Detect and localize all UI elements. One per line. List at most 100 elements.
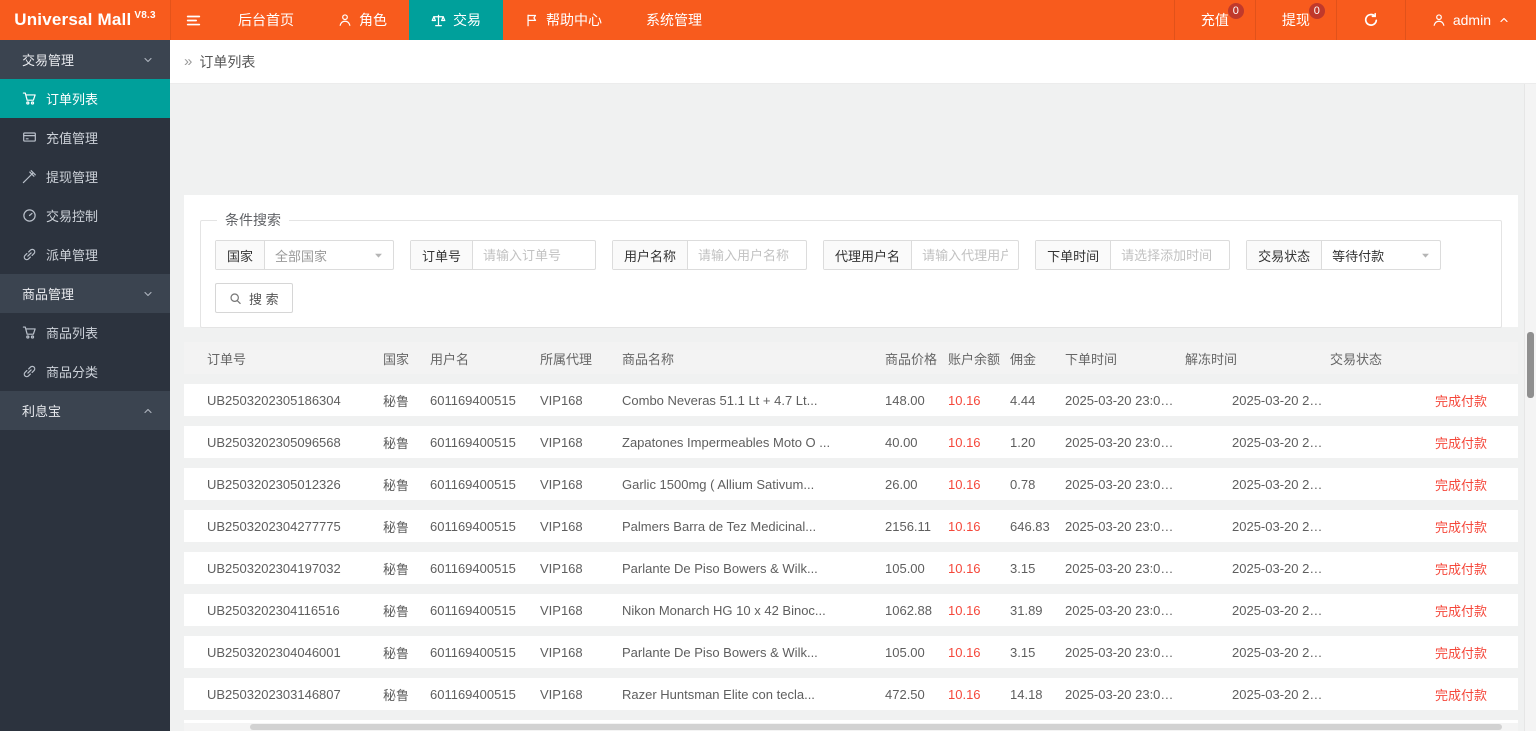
cell-unfreeze-time: 2025-03-20 23:04:23	[1232, 602, 1330, 618]
cell-country: 秘鲁	[383, 393, 410, 409]
gauge-icon	[22, 208, 37, 223]
cell-country: 秘鲁	[383, 645, 410, 661]
cell-agent: VIP168	[540, 476, 583, 492]
cell-username: 601169400515	[430, 518, 516, 534]
search-panel: 条件搜索 国家 全部国家 订单号 用户名称 代理用户名	[184, 195, 1518, 328]
table-row[interactable]: UB2503202305012326 秘鲁 601169400515 VIP16…	[184, 468, 1518, 500]
search-button[interactable]: 搜 索	[215, 283, 293, 313]
recharge-button[interactable]: 充值 0	[1173, 0, 1255, 40]
nav-item-dashboard[interactable]: 后台首页	[216, 0, 316, 40]
col-header-username: 用户名	[430, 351, 470, 367]
sidebar-item-withdraw-management[interactable]: 提现管理	[0, 157, 170, 196]
horizontal-scrollbar[interactable]	[184, 723, 1518, 731]
country-select[interactable]: 全部国家	[265, 241, 393, 269]
app-version: V8.3	[134, 9, 156, 21]
cell-price: 26.00	[885, 476, 918, 492]
username-input[interactable]	[688, 241, 807, 269]
cell-status: 完成付款	[1435, 603, 1488, 619]
sidebar-item-label: 商品列表	[46, 326, 99, 341]
cell-order-time: 2025-03-20 23:04:27	[1065, 518, 1185, 534]
vertical-scrollbar[interactable]	[1524, 84, 1536, 731]
cell-balance: 10.16	[948, 392, 981, 408]
sidebar-item-product-category[interactable]: 商品分类	[0, 352, 170, 391]
person-icon	[1432, 13, 1446, 27]
cell-order-no: UB2503202303146807	[207, 686, 341, 702]
agent-input[interactable]	[912, 241, 1019, 269]
sidebar-item-recharge-management[interactable]: 充值管理	[0, 118, 170, 157]
cell-username: 601169400515	[430, 686, 516, 702]
cell-product: Parlante De Piso Bowers & Wilk...	[622, 644, 818, 660]
cell-status: 完成付款	[1435, 687, 1488, 703]
table-row[interactable]: UB2503202303146807 秘鲁 601169400515 VIP16…	[184, 678, 1518, 710]
vertical-scrollbar-thumb[interactable]	[1527, 332, 1534, 398]
nav-item-trade[interactable]: 交易	[409, 0, 503, 40]
cell-unfreeze-time: 2025-03-20 23:04:17	[1232, 644, 1330, 660]
sidebar-group-interest-treasure[interactable]: 利息宝	[0, 391, 170, 430]
cell-username: 601169400515	[430, 560, 516, 576]
link-icon	[22, 247, 37, 262]
filter-agent: 代理用户名	[823, 240, 1020, 270]
order-time-input[interactable]	[1111, 241, 1230, 269]
horizontal-scrollbar-thumb[interactable]	[250, 724, 1502, 730]
cell-country: 秘鲁	[383, 603, 410, 619]
cell-order-time: 2025-03-20 23:04:11	[1065, 602, 1185, 618]
nav-item-help-center[interactable]: 帮助中心	[503, 0, 624, 40]
sidebar-group-product-management[interactable]: 商品管理	[0, 274, 170, 313]
cell-price: 105.00	[885, 560, 925, 576]
hamburger-icon	[185, 12, 202, 29]
status-select[interactable]: 等待付款	[1322, 241, 1440, 269]
cell-status: 完成付款	[1435, 393, 1488, 409]
cell-country: 秘鲁	[383, 687, 410, 703]
order-no-input[interactable]	[473, 241, 596, 269]
col-header-agent: 所属代理	[540, 351, 593, 367]
chevron-down-icon	[142, 54, 154, 66]
refresh-button[interactable]	[1335, 0, 1405, 40]
table-row[interactable]: UB2503202304116516 秘鲁 601169400515 VIP16…	[184, 594, 1518, 626]
cell-status: 完成付款	[1435, 477, 1488, 493]
col-header-country: 国家	[383, 351, 410, 367]
scales-icon	[431, 13, 446, 28]
sidebar-item-product-list[interactable]: 商品列表	[0, 313, 170, 352]
table-row[interactable]: UB2503202304046001 秘鲁 601169400515 VIP16…	[184, 636, 1518, 668]
withdraw-button[interactable]: 提现 0	[1254, 0, 1336, 40]
sidebar-collapse-button[interactable]	[170, 0, 216, 40]
sidebar-group-trade-management[interactable]: 交易管理	[0, 40, 170, 79]
cell-balance: 10.16	[948, 560, 981, 576]
table-row[interactable]: UB2503202304197032 秘鲁 601169400515 VIP16…	[184, 552, 1518, 584]
cell-product: Garlic 1500mg ( Allium Sativum...	[622, 476, 815, 492]
sidebar-item-dispatch-management[interactable]: 派单管理	[0, 235, 170, 274]
sidebar-item-label: 交易控制	[46, 209, 99, 224]
cell-country: 秘鲁	[383, 477, 410, 493]
user-menu[interactable]: admin	[1404, 0, 1536, 40]
nav-item-system[interactable]: 系统管理	[624, 0, 724, 40]
cell-commission: 31.89	[1010, 602, 1043, 618]
recharge-badge: 0	[1227, 3, 1244, 19]
cell-username: 601169400515	[430, 644, 516, 660]
chevron-down-icon	[373, 250, 384, 261]
sidebar-item-order-list[interactable]: 订单列表	[0, 79, 170, 118]
status-label: 交易状态	[1247, 241, 1323, 269]
cell-status: 完成付款	[1435, 435, 1488, 451]
sidebar-item-trade-control[interactable]: 交易控制	[0, 196, 170, 235]
cell-commission: 3.15	[1010, 644, 1036, 660]
cell-product: Palmers Barra de Tez Medicinal...	[622, 518, 817, 534]
gavel-icon	[22, 169, 37, 184]
cell-order-no: UB2503202304116516	[207, 602, 340, 618]
table-row[interactable]: UB2503202305096568 秘鲁 601169400515 VIP16…	[184, 426, 1518, 458]
cell-country: 秘鲁	[383, 561, 410, 577]
table-row[interactable]: UB2503202305186304 秘鲁 601169400515 VIP16…	[184, 384, 1518, 416]
table-row[interactable]: UB2503202304277775 秘鲁 601169400515 VIP16…	[184, 510, 1518, 542]
nav-item-roles[interactable]: 角色	[316, 0, 409, 40]
cell-agent: VIP168	[540, 560, 583, 576]
cell-agent: VIP168	[540, 518, 583, 534]
col-header-price: 商品价格	[885, 351, 938, 367]
recharge-label: 充值	[1200, 12, 1229, 28]
cell-order-time: 2025-03-20 23:04:04	[1065, 644, 1185, 660]
cell-country: 秘鲁	[383, 519, 410, 535]
cell-order-no: UB2503202305186304	[207, 392, 341, 408]
col-header-order-time: 下单时间	[1065, 351, 1118, 367]
search-fieldset: 条件搜索 国家 全部国家 订单号 用户名称 代理用户名	[200, 210, 1502, 328]
cell-order-time: 2025-03-20 23:04:19	[1065, 560, 1185, 576]
col-header-commission: 佣金	[1010, 351, 1037, 367]
cell-agent: VIP168	[540, 392, 583, 408]
